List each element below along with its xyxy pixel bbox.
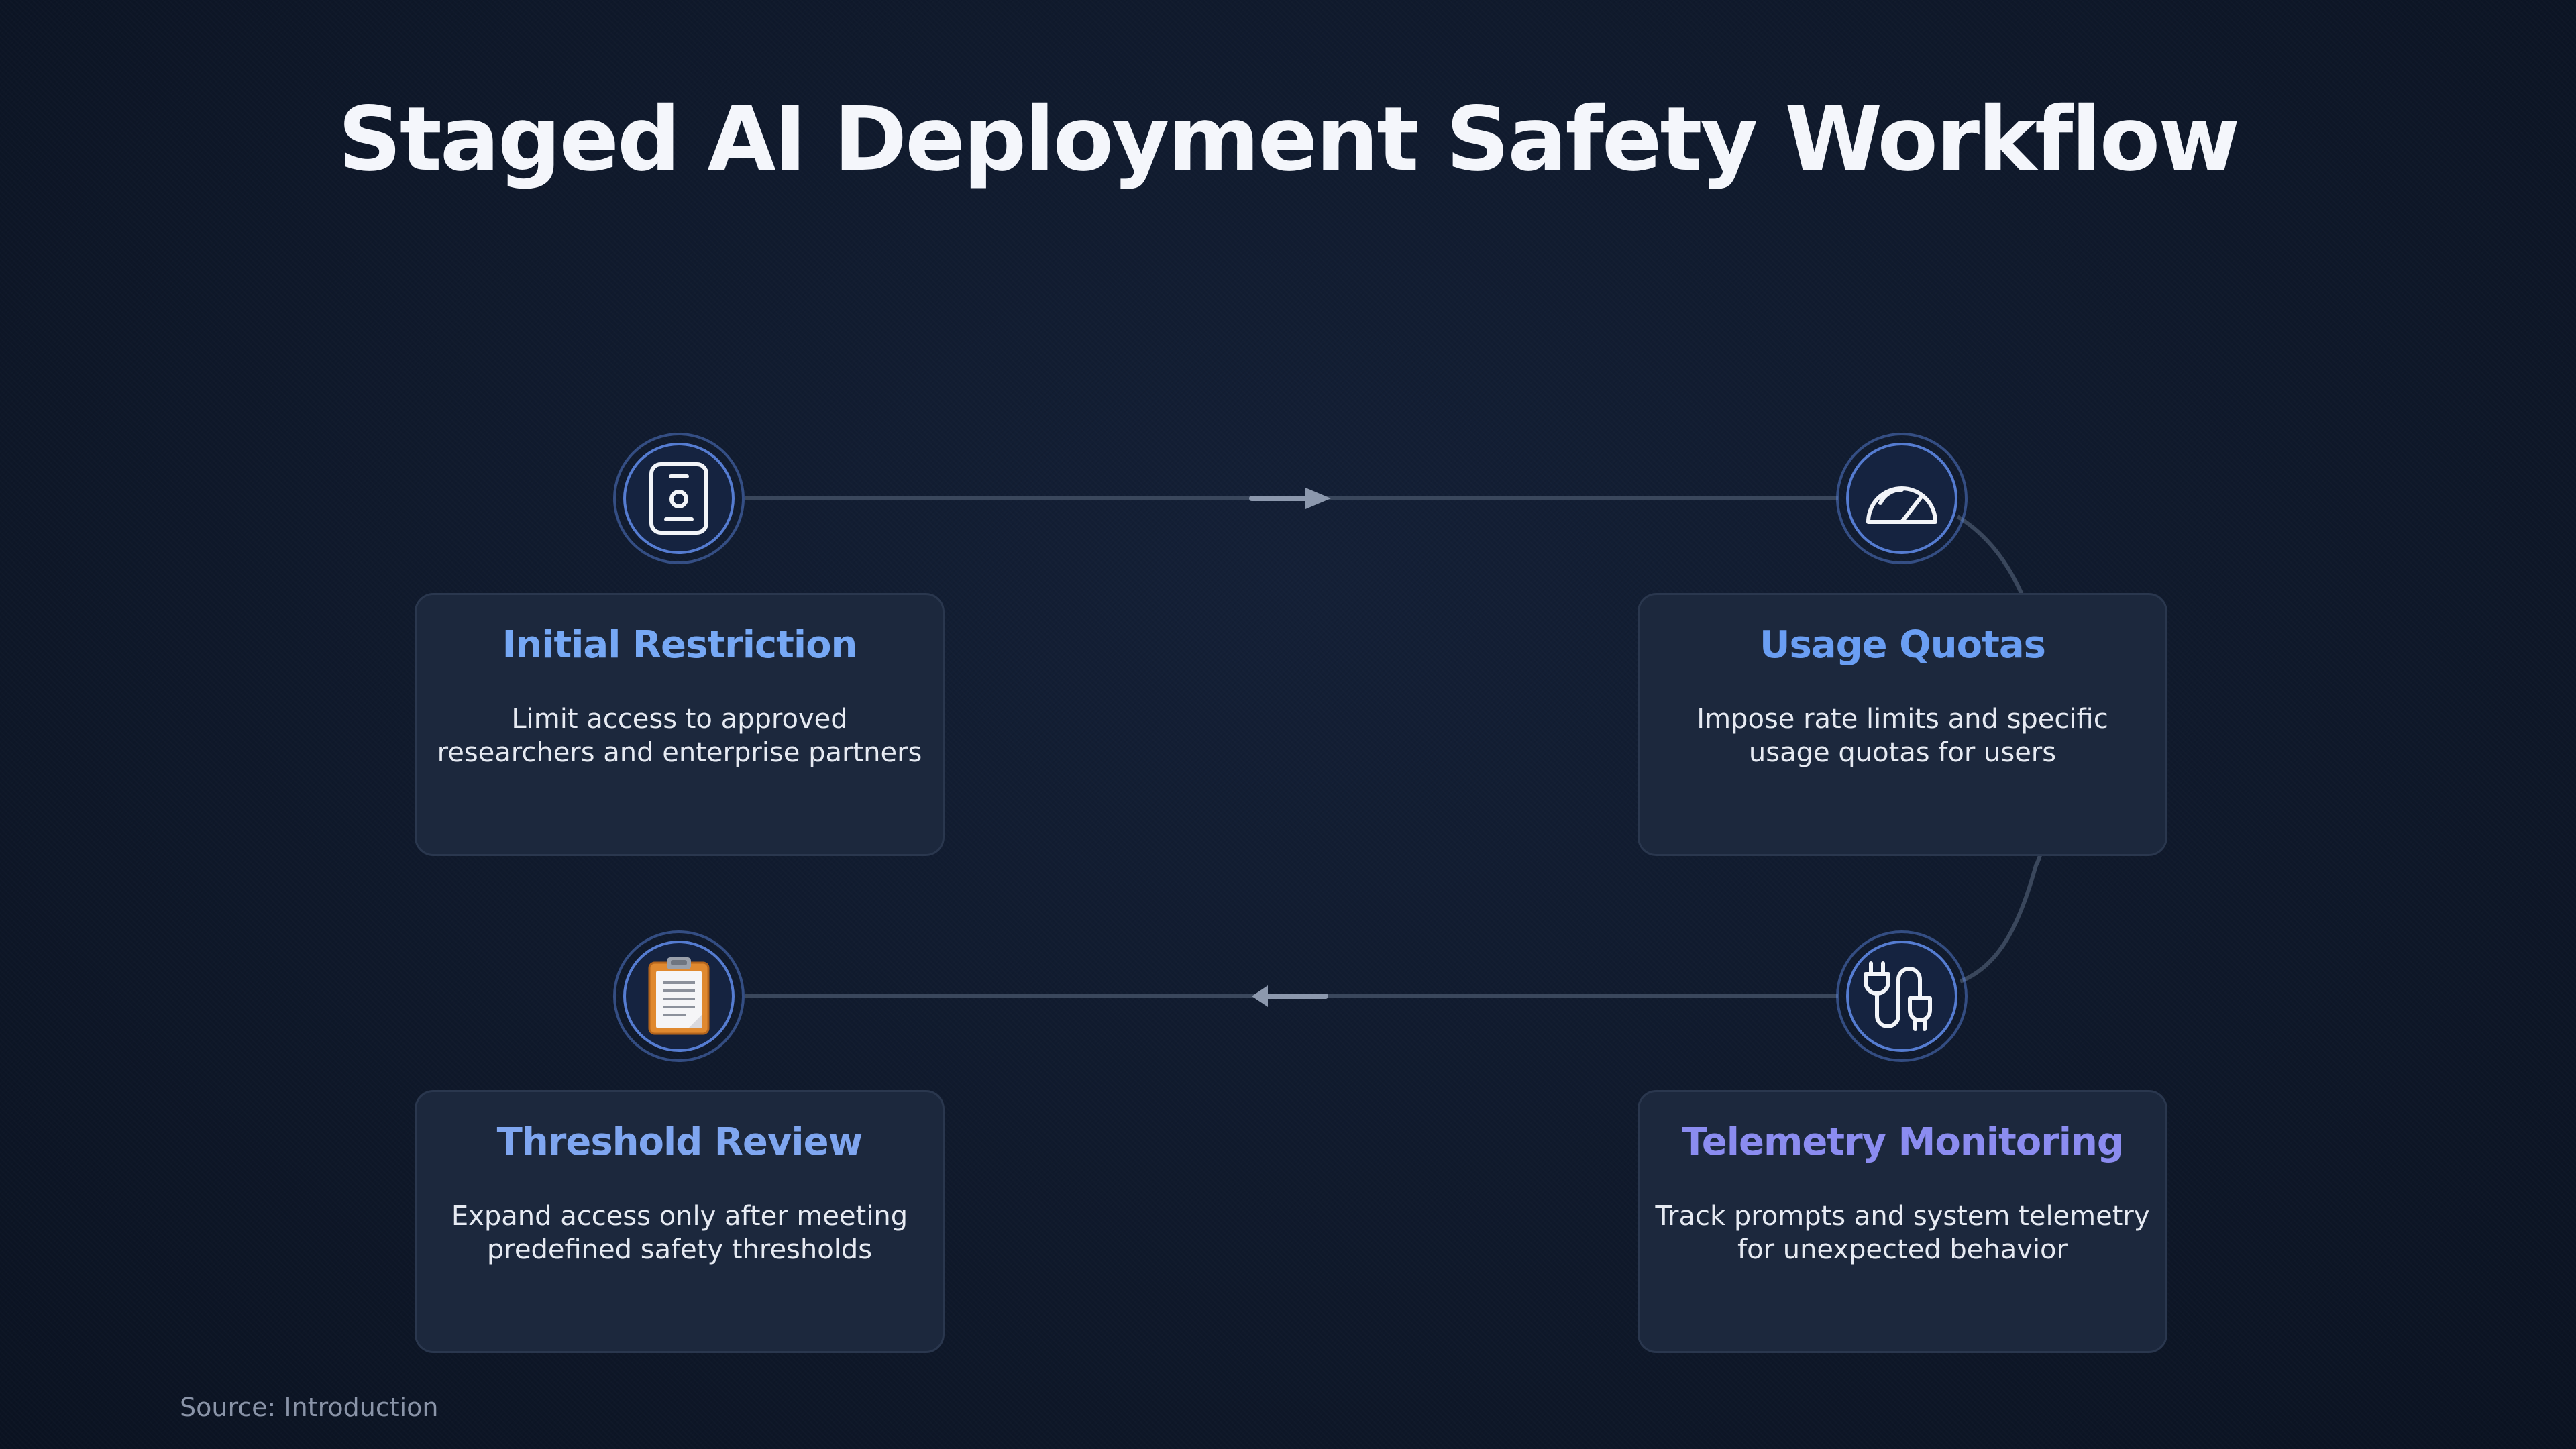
arrow-right-icon (1249, 488, 1331, 509)
step-title: Usage Quotas (1760, 623, 2046, 667)
step-description: Expand access only after meeting predefi… (451, 1201, 908, 1265)
step-title: Threshold Review (496, 1120, 863, 1164)
id-badge-icon (649, 462, 708, 535)
step-initial-restriction-icon-ring (613, 433, 745, 564)
step-threshold-review-icon-ring (613, 930, 745, 1062)
step-description: Track prompts and system telemetry for u… (1655, 1201, 2150, 1265)
step-card-initial-restriction: Initial Restriction Limit access to appr… (415, 593, 945, 856)
speedometer-icon (1866, 486, 1937, 524)
step-card-usage-quotas: Usage Quotas Impose rate limits and spec… (1638, 593, 2167, 856)
step-title: Telemetry Monitoring (1682, 1120, 2124, 1164)
step-usage-quotas-icon-ring (1836, 433, 1968, 564)
step-description: Impose rate limits and specific usage qu… (1697, 704, 2108, 768)
step-card-telemetry-monitoring: Telemetry Monitoring Track prompts and s… (1638, 1090, 2167, 1353)
source-note: Source: Introduction (180, 1393, 439, 1422)
arrow-left-icon (1252, 985, 1328, 1007)
step-telemetry-monitoring-icon-ring (1836, 930, 1968, 1062)
step-card-threshold-review: Threshold Review Expand access only afte… (415, 1090, 945, 1353)
clipboard-icon (648, 957, 710, 1035)
workflow-connectors (745, 488, 2053, 1007)
plug-cable-icon (1864, 961, 1932, 1031)
step-description: Limit access to approved researchers and… (437, 704, 922, 768)
step-title: Initial Restriction (502, 623, 858, 667)
